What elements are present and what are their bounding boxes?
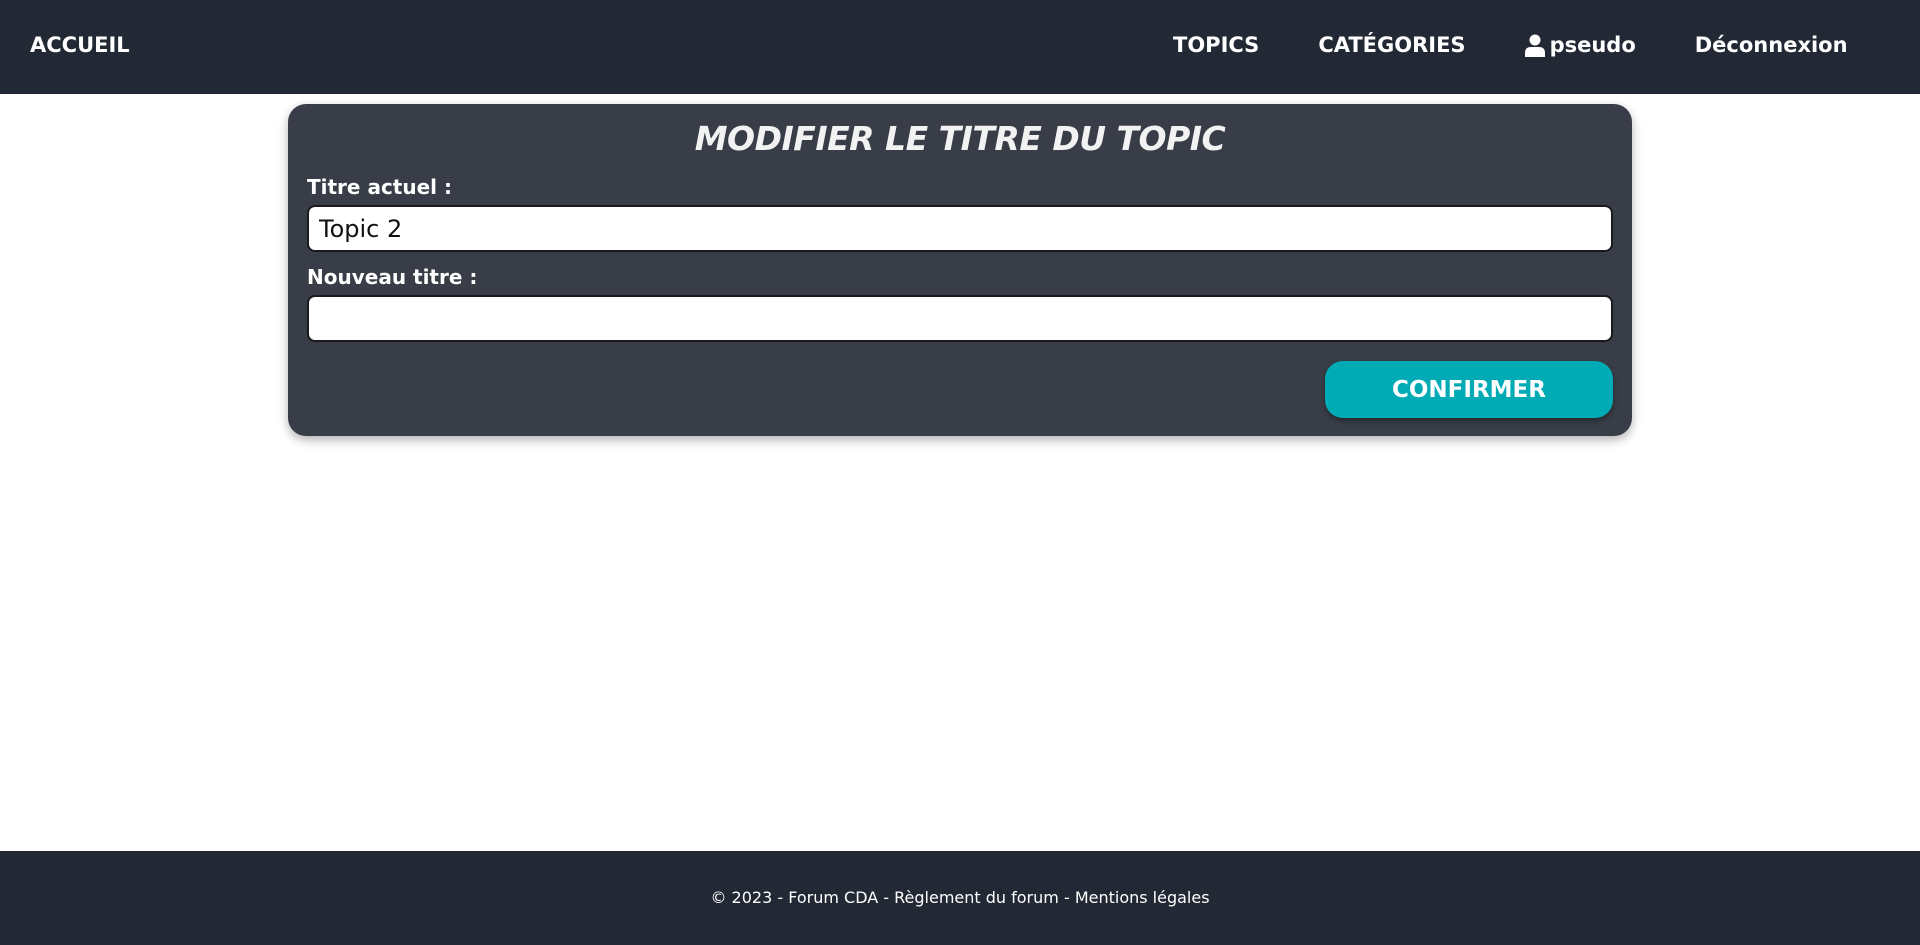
top-navbar: ACCUEIL TOPICS CATÉGORIES pseudo Déconne…: [0, 0, 1920, 94]
footer-text: © 2023 - Forum CDA - Règlement du forum …: [0, 888, 1920, 907]
current-title-field[interactable]: [307, 205, 1613, 252]
footer: © 2023 - Forum CDA - Règlement du forum …: [0, 851, 1920, 945]
user-profile-link[interactable]: pseudo: [1524, 33, 1636, 57]
user-icon: [1524, 34, 1545, 57]
copyright-text: © 2023 - Forum CDA -: [710, 888, 895, 907]
new-title-field[interactable]: [307, 295, 1613, 342]
confirm-button[interactable]: CONFIRMER: [1325, 361, 1613, 418]
current-title-label: Titre actuel :: [307, 175, 452, 199]
main-nav: TOPICS CATÉGORIES pseudo Déconnexion: [1173, 33, 1848, 57]
forum-rules-link[interactable]: Règlement du forum: [894, 888, 1059, 907]
legal-notice-link[interactable]: Mentions légales: [1075, 888, 1210, 907]
user-name: pseudo: [1549, 33, 1636, 57]
edit-topic-card: MODIFIER LE TITRE DU TOPIC Titre actuel …: [288, 104, 1632, 436]
logout-link[interactable]: Déconnexion: [1695, 33, 1848, 57]
home-link[interactable]: ACCUEIL: [30, 33, 130, 57]
categories-link[interactable]: CATÉGORIES: [1318, 33, 1465, 57]
page-title: MODIFIER LE TITRE DU TOPIC: [694, 119, 1226, 158]
topics-link[interactable]: TOPICS: [1173, 33, 1259, 57]
new-title-label: Nouveau titre :: [307, 265, 478, 289]
footer-separator: -: [1058, 888, 1075, 907]
